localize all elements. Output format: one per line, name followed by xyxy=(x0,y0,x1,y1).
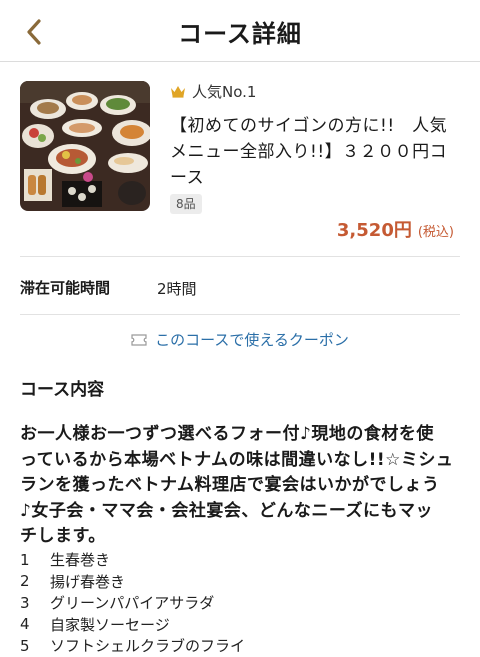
list-item: 4 自家製ソーセージ xyxy=(20,614,460,636)
coupon-link-label[interactable]: このコースで使えるクーポン xyxy=(155,329,349,350)
stay-time-label: 滞在可能時間 xyxy=(20,279,111,297)
dish-name: 自家製ソーセージ xyxy=(50,615,170,634)
dish-name: 生春巻き xyxy=(50,551,111,570)
coupon-link[interactable]: このコースで使えるクーポン xyxy=(0,329,480,350)
stay-time-value: 2時間 xyxy=(157,280,197,298)
course-detail-page: コース詳細 人気No.1 【初めてのサイゴンの方に!! 人気 メニュー全部入り!… xyxy=(0,0,480,657)
list-item: 3 グリーンパパイアサラダ xyxy=(20,592,460,614)
dish-number: 1 xyxy=(20,550,30,569)
dish-number: 5 xyxy=(20,636,30,655)
list-item: 5 ソフトシェルクラブのフライ xyxy=(20,635,460,657)
list-item: 1 生春巻き xyxy=(20,549,460,571)
dish-name: ソフトシェルクラブのフライ xyxy=(50,637,246,656)
course-name: 【初めてのサイゴンの方に!! 人気 メニュー全部入り!!】３２００円コ ース xyxy=(170,116,448,188)
course-description: お一人様お一つずつ選べるフォー付♪現地の食材を使 っているから本場ベトナムの味は… xyxy=(20,424,454,546)
divider xyxy=(20,256,460,257)
tax-note: (税込) xyxy=(417,225,454,240)
crown-icon xyxy=(171,86,185,98)
popularity-rank: 人気No.1 xyxy=(170,80,256,102)
dish-list: 1 生春巻き 2 揚げ春巻き 3 グリーンパパイアサラダ 4 自家製ソーセージ … xyxy=(20,549,460,657)
dish-number: 3 xyxy=(20,593,30,612)
course-price: 3,520円 xyxy=(336,220,412,241)
dish-number: 2 xyxy=(20,572,30,591)
dish-number: 4 xyxy=(20,615,30,634)
page-title: コース詳細 xyxy=(178,20,302,48)
dish-name: グリーンパパイアサラダ xyxy=(50,594,215,613)
course-photo xyxy=(20,81,150,211)
divider xyxy=(20,314,460,315)
header: コース詳細 xyxy=(0,0,480,62)
items-count-badge: 8品 xyxy=(170,194,202,214)
course-content-title: コース内容 xyxy=(20,380,105,400)
dish-name: 揚げ春巻き xyxy=(50,572,126,591)
price-row: 3,520円 (税込) xyxy=(337,216,454,242)
list-item: 2 揚げ春巻き xyxy=(20,571,460,593)
rank-label: 人気No.1 xyxy=(192,82,257,101)
coupon-ticket-icon xyxy=(131,333,147,346)
